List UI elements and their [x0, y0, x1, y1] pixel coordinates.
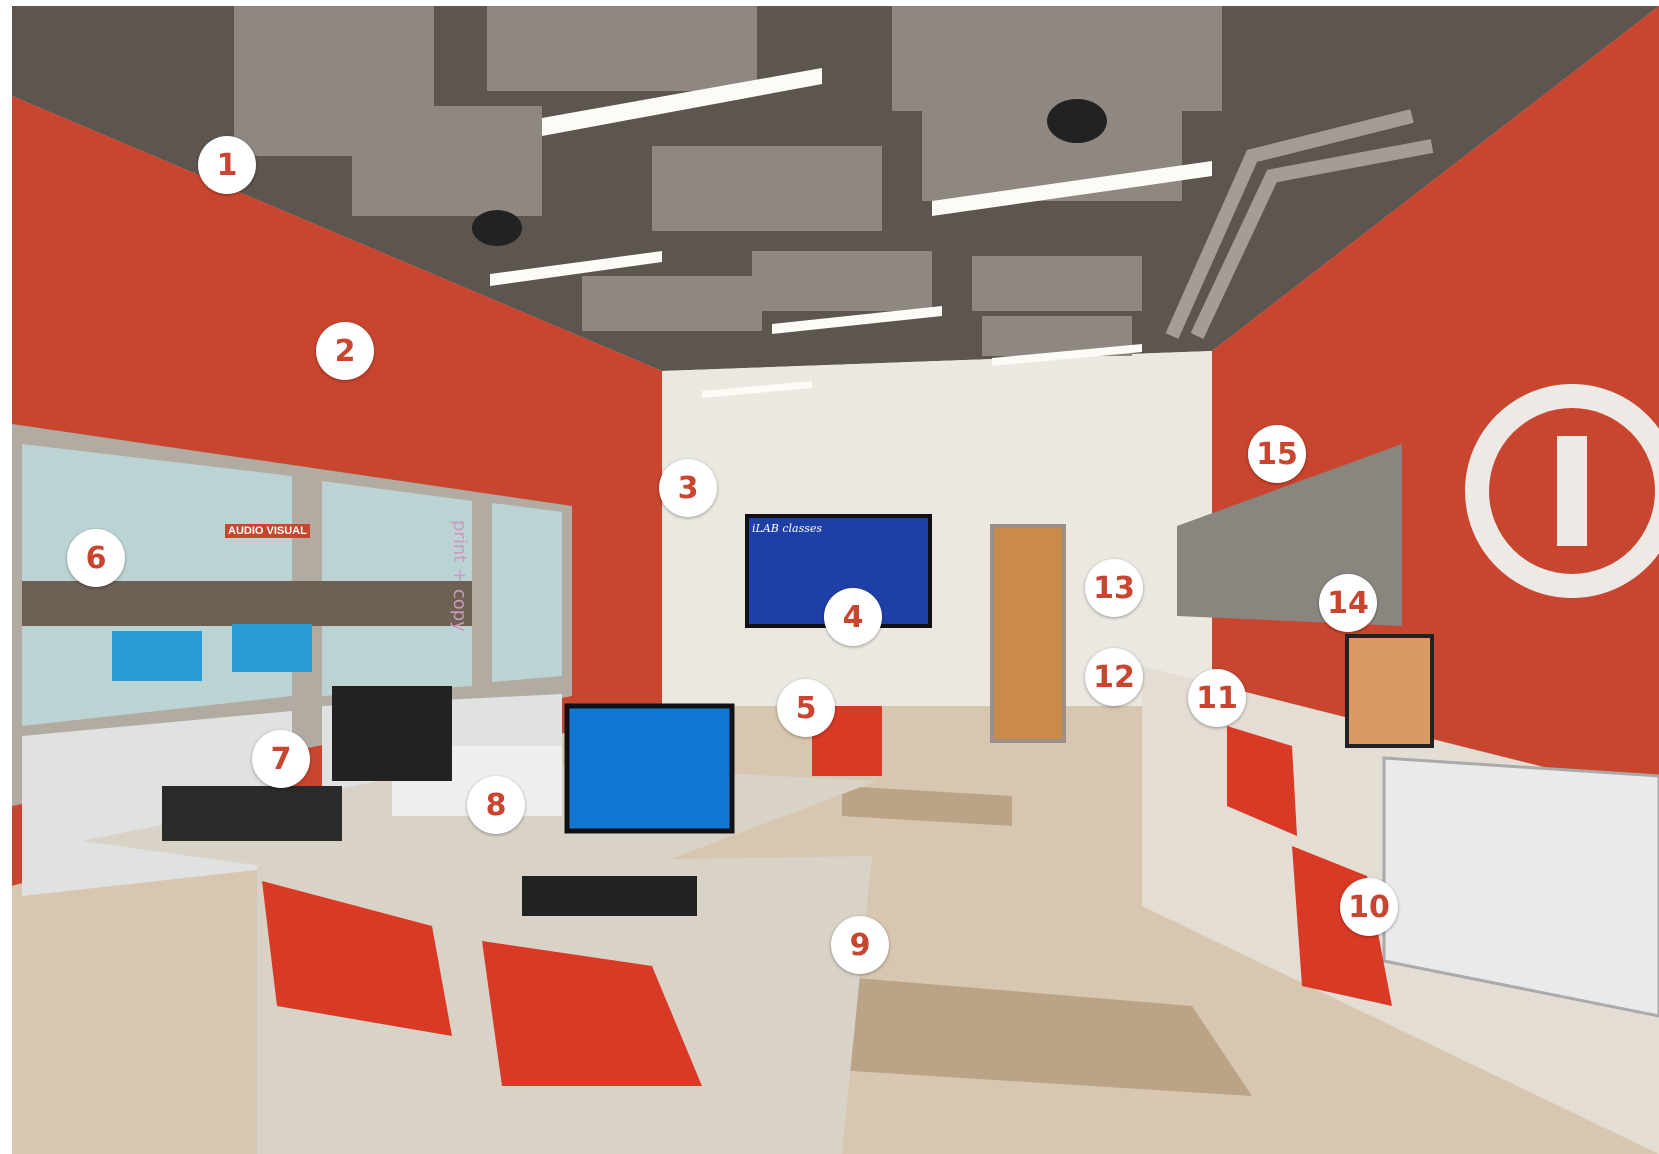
speaker	[1047, 99, 1107, 143]
callout-2: 2	[316, 322, 374, 380]
callout-10: 10	[1340, 878, 1398, 936]
ceiling-panel	[582, 276, 762, 331]
ceiling-panel	[652, 146, 882, 231]
ceiling-panel	[352, 106, 542, 216]
keyboard	[522, 876, 697, 916]
computer-monitor	[1345, 634, 1434, 748]
door	[990, 524, 1066, 743]
scanner	[162, 786, 342, 841]
callout-7: 7	[252, 730, 310, 788]
ceiling-panel	[487, 6, 757, 91]
callout-13: 13	[1085, 559, 1143, 617]
callout-1: 1	[198, 136, 256, 194]
monitor-through-window	[232, 624, 312, 672]
callout-8: 8	[467, 776, 525, 834]
ceiling-panel	[752, 251, 932, 311]
monitor	[564, 703, 735, 834]
print-copy-sign: print + copy	[449, 520, 470, 632]
wall-logo	[1557, 436, 1587, 546]
speaker	[472, 210, 522, 246]
audio-visual-sign: AUDIO VISUAL	[225, 524, 310, 538]
callout-3: 3	[659, 459, 717, 517]
callout-4: 4	[824, 588, 882, 646]
callout-15: 15	[1248, 425, 1306, 483]
window-glass	[492, 503, 562, 682]
screen-title: iLAB classes	[752, 522, 823, 535]
monitor	[332, 686, 452, 781]
callout-5: 5	[777, 679, 835, 737]
callout-12: 12	[1085, 648, 1143, 706]
ceiling-panel	[972, 256, 1142, 311]
bookshelf	[22, 581, 472, 626]
makerspace-photo	[12, 6, 1659, 1154]
ceiling-panel	[892, 6, 1222, 111]
callout-14: 14	[1319, 574, 1377, 632]
monitor-through-window	[112, 631, 202, 681]
callout-6: 6	[67, 529, 125, 587]
callout-11: 11	[1188, 669, 1246, 727]
callout-9: 9	[831, 916, 889, 974]
